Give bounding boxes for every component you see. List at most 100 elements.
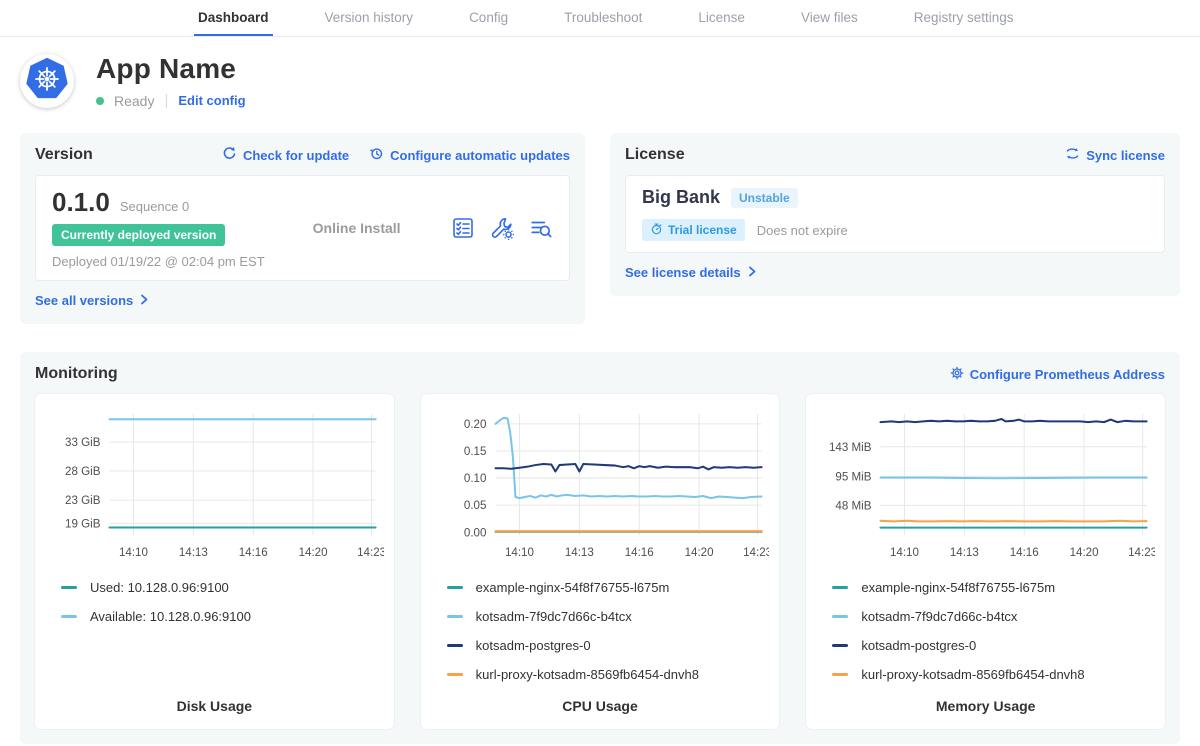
legend-label: kotsadm-7f9dc7d66c-b4tcx [476,609,632,624]
monitoring-section: Monitoring Configure Prometheus Address … [20,352,1180,744]
svg-text:19 GiB: 19 GiB [65,518,101,530]
version-card: Version Check for update Configure autom… [20,133,585,324]
status-text: Ready [114,93,154,109]
cpu-usage-chart-panel: 14:1014:1314:1614:2014:230.000.050.100.1… [421,394,780,729]
configure-auto-updates-link[interactable]: Configure automatic updates [369,146,570,164]
legend-item: Used: 10.128.0.96:9100 [61,580,368,595]
legend-color-dash [61,615,77,618]
legend-item: Available: 10.128.0.96:9100 [61,609,368,624]
svg-text:14:13: 14:13 [565,547,594,559]
see-license-details-link[interactable]: See license details [625,265,757,280]
memory-usage-chart: 14:10 14:13 14:16 14:20 14:23 48 MiB 95 MiB 143… [816,406,1155,567]
app-logo [20,54,74,108]
preflight-checks-icon[interactable] [451,216,475,240]
chevron-right-icon [748,265,757,280]
status-dot [96,97,104,105]
legend-label: kotsadm-postgres-0 [476,638,591,653]
svg-text:14:10: 14:10 [505,547,534,559]
svg-text:14:20: 14:20 [684,547,713,559]
deployed-badge: Currently deployed version [52,224,225,246]
tab-version-history[interactable]: Version history [297,0,442,36]
chart-title: Memory Usage [816,682,1155,714]
top-nav: Dashboard Version history Config Trouble… [0,0,1200,37]
config-wrench-icon[interactable] [490,216,514,240]
configure-prometheus-link[interactable]: Configure Prometheus Address [950,366,1165,383]
svg-text:143 MiB: 143 MiB [829,442,872,454]
see-all-versions-link[interactable]: See all versions [35,293,149,308]
schedule-clock-icon [369,146,384,164]
sequence-label: Sequence 0 [120,199,189,214]
svg-text:14:16: 14:16 [1010,547,1039,559]
chart-legend: example-nginx-54f8f76755-l675m kotsadm-7f… [816,580,1155,682]
app-header: App Name Ready | Edit config [0,37,1200,127]
version-number: 0.1.0 [52,187,110,218]
legend-label: kurl-proxy-kotsadm-8569fb6454-dnvh8 [476,667,699,682]
tab-troubleshoot[interactable]: Troubleshoot [536,0,670,36]
legend-color-dash [832,586,848,589]
tab-config[interactable]: Config [441,0,536,36]
deployed-version-card: 0.1.0 Sequence 0 Currently deployed vers… [35,175,570,281]
svg-text:48 MiB: 48 MiB [836,500,872,512]
edit-config-link[interactable]: Edit config [178,93,245,108]
tab-dashboard[interactable]: Dashboard [170,0,297,36]
legend-color-dash [61,586,77,589]
channel-badge: Unstable [731,188,798,208]
legend-label: kotsadm-7f9dc7d66c-b4tcx [861,609,1017,624]
svg-text:28 GiB: 28 GiB [65,466,101,478]
legend-item: kurl-proxy-kotsadm-8569fb6454-dnvh8 [832,667,1139,682]
svg-text:14:10: 14:10 [890,547,919,559]
svg-text:14:16: 14:16 [624,547,653,559]
sync-license-link[interactable]: Sync license [1065,146,1165,164]
tab-view-files[interactable]: View files [773,0,886,36]
license-card: License Sync license Big Bank Unstable T… [610,133,1180,296]
sync-arrows-icon [1065,146,1080,164]
svg-text:0.20: 0.20 [464,419,487,431]
customer-name: Big Bank [642,187,720,208]
expiry-text: Does not expire [757,223,848,238]
legend-item: kotsadm-postgres-0 [832,638,1139,653]
legend-color-dash [447,615,463,618]
chart-title: Disk Usage [45,682,384,714]
view-logs-icon[interactable] [529,216,553,240]
svg-text:14:10: 14:10 [119,547,148,559]
legend-label: example-nginx-54f8f76755-l675m [476,580,670,595]
refresh-icon [222,146,237,164]
legend-label: Available: 10.128.0.96:9100 [90,609,251,624]
chart-legend: example-nginx-54f8f76755-l675m kotsadm-7f… [431,580,770,682]
monitoring-title: Monitoring [35,365,118,383]
legend-label: example-nginx-54f8f76755-l675m [861,580,1055,595]
svg-text:14:23: 14:23 [1128,547,1155,559]
disk-usage-chart: 14:1014:1314:1614:2014:2319 GiB23 GiB28 … [45,406,384,567]
memory-usage-chart-panel: 14:10 14:13 14:16 14:20 14:23 48 MiB 95 MiB 143… [806,394,1165,729]
svg-text:33 GiB: 33 GiB [65,437,101,449]
svg-text:14:23: 14:23 [357,547,384,559]
disk-usage-chart-panel: 14:1014:1314:1614:2014:2319 GiB23 GiB28 … [35,394,394,729]
legend-item: kotsadm-postgres-0 [447,638,754,653]
legend-item: example-nginx-54f8f76755-l675m [832,580,1139,595]
svg-text:0.00: 0.00 [464,527,487,539]
install-type-label: Online Install [313,220,401,236]
svg-text:14:20: 14:20 [1070,547,1099,559]
tab-license[interactable]: License [670,0,773,36]
chart-legend: Used: 10.128.0.96:9100 Available: 10.128.… [45,580,384,624]
chevron-right-icon [140,293,149,308]
svg-text:14:13: 14:13 [950,547,979,559]
legend-item: example-nginx-54f8f76755-l675m [447,580,754,595]
legend-item: kurl-proxy-kotsadm-8569fb6454-dnvh8 [447,667,754,682]
svg-text:14:16: 14:16 [239,547,268,559]
svg-text:95 MiB: 95 MiB [836,471,872,483]
check-for-update-link[interactable]: Check for update [222,146,349,164]
svg-text:14:23: 14:23 [743,547,770,559]
version-card-title: Version [35,146,93,164]
kubernetes-icon [24,56,70,107]
legend-color-dash [832,615,848,618]
gear-icon [950,366,964,383]
legend-label: kurl-proxy-kotsadm-8569fb6454-dnvh8 [861,667,1084,682]
license-detail-card: Big Bank Unstable Trial license Does not… [625,175,1165,253]
stopwatch-icon [650,222,663,238]
license-card-title: License [625,146,685,164]
deployed-timestamp: Deployed 01/19/22 @ 02:04 pm EST [52,254,265,269]
legend-color-dash [447,673,463,676]
legend-color-dash [832,673,848,676]
tab-registry-settings[interactable]: Registry settings [886,0,1042,36]
